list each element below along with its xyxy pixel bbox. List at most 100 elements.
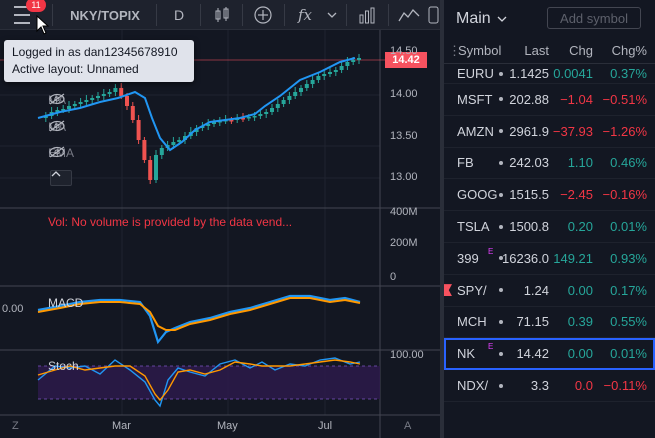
row-symbol: MSFT (457, 91, 493, 107)
watchlist-row[interactable]: MSFT 202.88 −1.04 −0.51% (444, 84, 655, 116)
candles-icon[interactable] (206, 0, 238, 30)
candle-body (177, 140, 182, 142)
function-icon[interactable]: 𝑓x (290, 0, 320, 30)
row-symbol: TSLA (457, 219, 490, 235)
ma-indicator-legend[interactable]: MA (48, 120, 66, 134)
toolbar-divider (52, 4, 53, 26)
ma-indicator-legend[interactable]: MA (48, 93, 66, 107)
add-symbol-button[interactable]: Add symbol (547, 7, 641, 29)
toolbar-divider (156, 4, 157, 26)
candle-body (345, 62, 350, 66)
column-last[interactable]: Last (524, 43, 549, 58)
row-chgp: −0.16% (602, 187, 647, 203)
macd-legend[interactable]: MACD (48, 296, 83, 310)
toolbar-divider (388, 4, 389, 26)
watchlist-row[interactable]: FB 242.03 1.10 0.46% (444, 148, 655, 180)
candle-body (101, 94, 106, 96)
compare-icon[interactable] (394, 0, 424, 30)
candle-body (299, 88, 303, 92)
watchlist-row[interactable]: MCH 71.15 0.39 0.55% (444, 307, 655, 339)
watchlist-row[interactable]: 399 E 16236.0 149.21 0.93% (444, 243, 655, 275)
row-chg: 0.0041 (553, 66, 593, 81)
symbol-search-button[interactable]: NKY/TOPIX (60, 0, 150, 30)
row-chg: 0.20 (567, 219, 593, 235)
chevron-down-icon[interactable] (322, 0, 342, 30)
chevron-down-icon[interactable] (497, 15, 507, 23)
status-dot-icon (499, 224, 503, 229)
row-last: 16236.0 (502, 250, 549, 266)
price-axis-label: 14.50 (390, 45, 418, 57)
candle-body (357, 58, 361, 60)
eye-off-icon[interactable] (48, 93, 66, 105)
watchlist-row[interactable]: TSLA 1500.8 0.20 0.01% (444, 211, 655, 243)
column-chg[interactable]: Chg (569, 43, 593, 58)
eye-off-icon[interactable] (48, 120, 66, 132)
interval-button[interactable]: D (164, 0, 194, 30)
column-symbol[interactable]: Symbol (458, 43, 501, 58)
candle-body (78, 102, 83, 104)
candle-body (322, 74, 327, 76)
time-axis-label: Jul (318, 420, 333, 432)
candle-body (328, 72, 332, 74)
add-indicator-icon[interactable] (248, 0, 278, 30)
candle-body (107, 92, 112, 94)
auto-scale-button[interactable]: A (404, 420, 411, 432)
eye-off-icon[interactable] (48, 146, 66, 158)
toolbar-divider (284, 4, 285, 26)
more-icon[interactable] (426, 0, 440, 30)
status-dot-icon (499, 288, 503, 293)
candle-body (258, 114, 263, 116)
row-chg: 149.21 (553, 250, 593, 266)
watchlist-rows: EURU 1.1425 0.0041 0.37% MSFT 202.88 −1.04 −0.5… (444, 64, 655, 402)
watchlist-row[interactable]: NK E 14.42 0.00 0.01% (444, 338, 655, 371)
watchlist-row[interactable]: GOOG 1515.5 −2.45 −0.16% (444, 179, 655, 212)
candle-body (130, 106, 135, 120)
candle-body (84, 100, 89, 102)
row-symbol: GOOG (457, 187, 497, 203)
row-chg: 1.10 (567, 155, 593, 171)
row-last: 71.15 (516, 314, 549, 330)
candle-body (159, 148, 164, 155)
watchlist-title[interactable]: Main (456, 10, 491, 28)
candle-body (281, 100, 286, 104)
macd-axis-label: 0.00 (2, 303, 24, 315)
mouse-cursor-icon (36, 15, 50, 35)
watchlist-row[interactable]: NDX/3.3 0.0 −0.11% (444, 370, 655, 402)
row-last: 2961.9 (509, 123, 549, 139)
bar-chart-icon[interactable] (352, 0, 382, 30)
row-chgp: 0.93% (610, 250, 647, 266)
top-toolbar: 11 NKY/TOPIX D 𝑓x (0, 0, 440, 30)
flag-icon[interactable] (444, 284, 452, 297)
row-last: 14.42 (516, 346, 549, 362)
column-chgp[interactable]: Chg% (612, 43, 647, 58)
status-dot-icon (499, 383, 503, 388)
status-dot-icon (499, 192, 503, 197)
candle-body (125, 96, 129, 106)
candle-body (270, 108, 274, 112)
price-axis-label: 13.00 (390, 171, 418, 183)
row-chgp: 0.17% (610, 282, 647, 298)
chart-area[interactable]: 14.42 14.50 14.00 13.50 13.00 400M 200M … (0, 30, 440, 438)
collapse-legend-button[interactable] (50, 170, 72, 186)
row-chg: 0.0 (574, 378, 593, 394)
row-chgp: −0.51% (602, 91, 647, 107)
timezone-button[interactable]: Z (12, 420, 19, 432)
notification-badge: 11 (26, 0, 46, 12)
row-symbol: NDX/ (457, 378, 489, 394)
watchlist-row[interactable]: EURU 1.1425 0.0041 0.37% (444, 64, 655, 84)
watchlist-row[interactable]: SPY/1.24 0.00 0.17% (444, 275, 655, 307)
status-dot-icon (499, 71, 503, 76)
account-tooltip: Logged in as dan12345678910 Active layou… (4, 40, 194, 82)
candle-body (90, 98, 95, 100)
row-symbol: MCH (457, 314, 487, 330)
stoch-legend[interactable]: Stoch (48, 359, 79, 373)
ema-indicator-legend[interactable]: EMA (48, 146, 74, 160)
candle-body (171, 142, 176, 145)
price-axis-label: 13.50 (390, 130, 418, 142)
candle-body (119, 88, 124, 96)
candle-body (142, 140, 147, 160)
row-symbol: FB (457, 155, 474, 171)
watchlist-row[interactable]: AMZN 2961.9 −37.93 −1.26% (444, 116, 655, 148)
candle-body (304, 84, 309, 88)
row-last: 1500.8 (509, 219, 549, 235)
